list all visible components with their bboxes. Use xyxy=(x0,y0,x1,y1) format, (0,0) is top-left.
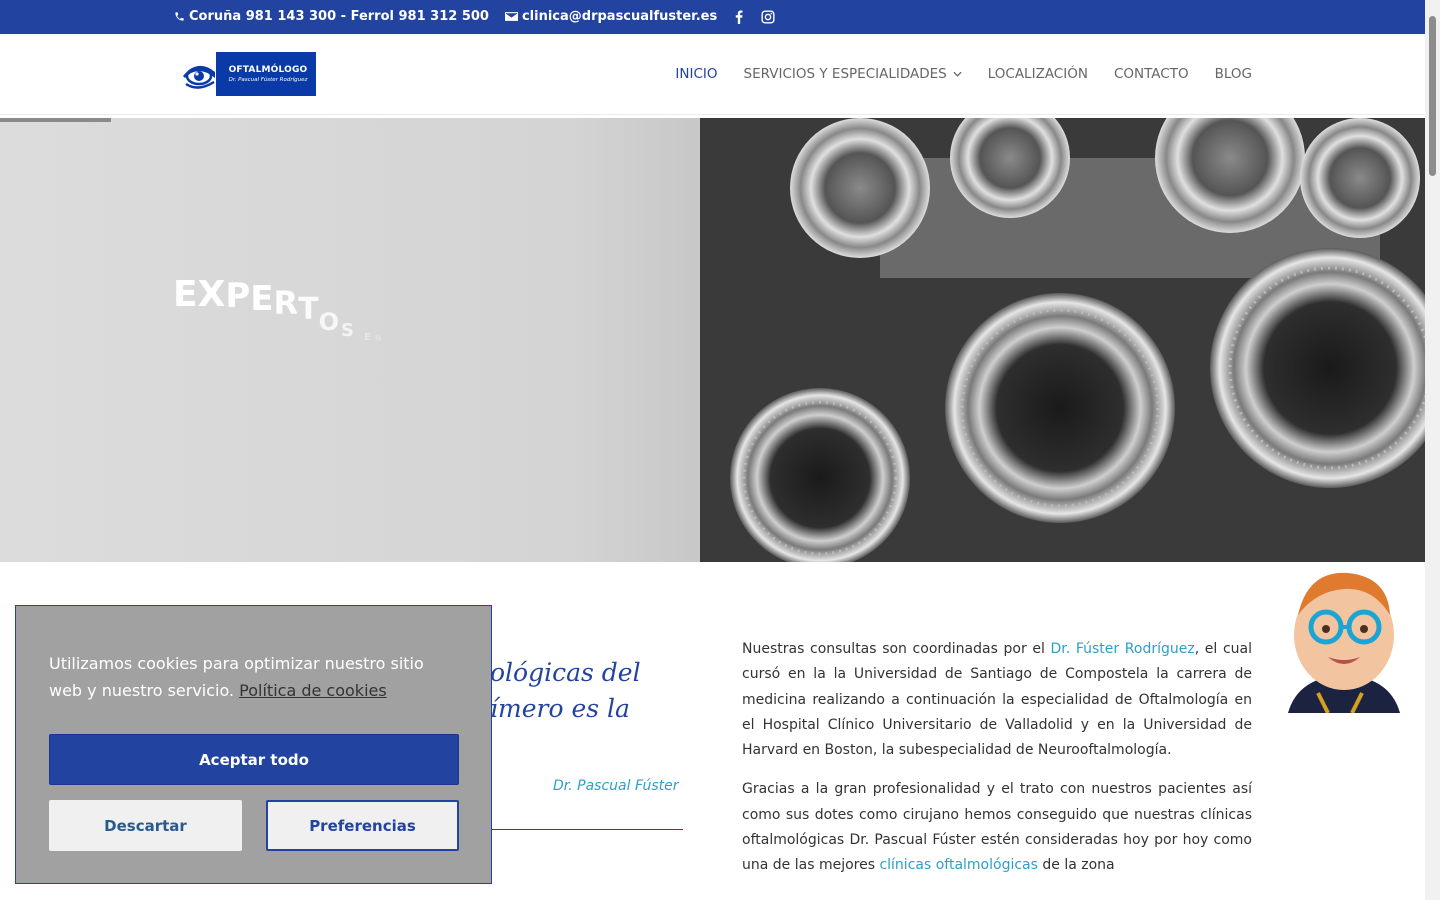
cookie-policy-link[interactable]: Política de cookies xyxy=(239,681,387,700)
phone-text: Coruña 981 143 300 - Ferrol 981 312 500 xyxy=(189,9,489,24)
phone-contact[interactable]: Coruña 981 143 300 - Ferrol 981 312 500 xyxy=(174,9,489,24)
quote-text: ológicas del ímero es la xyxy=(490,655,641,727)
hero-letter: E xyxy=(364,332,371,343)
email-contact[interactable]: clinica@drpascualfuster.es xyxy=(504,9,718,24)
quote-divider xyxy=(490,829,683,830)
mail-icon xyxy=(504,12,518,21)
quote-line-2: ímero es la xyxy=(490,694,630,723)
clinics-link[interactable]: clínicas oftalmológicas xyxy=(879,857,1037,873)
about-paragraph-2: Gracias a la gran profesionalidad y el t… xyxy=(742,781,1252,874)
cookie-message: Utilizamos cookies para optimizar nuestr… xyxy=(49,654,424,700)
doctor-link[interactable]: Dr. Fúster Rodríguez xyxy=(1051,641,1195,657)
main-nav: INICIO SERVICIOS Y ESPECIALIDADES LOCALI… xyxy=(675,66,1252,82)
chevron-down-icon xyxy=(953,71,962,77)
hero-letter: R xyxy=(273,284,299,322)
phone-icon xyxy=(175,12,184,21)
quote-line-1: ológicas del xyxy=(490,658,641,687)
cookie-banner: Utilizamos cookies para optimizar nuestr… xyxy=(15,605,492,884)
hero-letter: X xyxy=(197,274,226,315)
instagram-icon[interactable] xyxy=(761,9,775,24)
slider-progress-bar xyxy=(0,118,111,122)
scrollbar-thumb[interactable] xyxy=(1429,16,1436,176)
top-bar: Coruña 981 143 300 - Ferrol 981 312 500 … xyxy=(0,0,1425,34)
hero-letter: E xyxy=(250,279,274,319)
hero-animated-text: E X P E R T O S E N xyxy=(173,274,382,343)
facebook-icon[interactable] xyxy=(733,9,745,24)
hero-letter: E xyxy=(173,274,198,315)
about-paragraph-1: Nuestras consultas son coordinadas por e… xyxy=(742,641,1252,759)
page-scrollbar[interactable] xyxy=(1425,0,1440,900)
nav-item-localizacion[interactable]: LOCALIZACIÓN xyxy=(988,66,1088,82)
logo-subtitle: Dr. Pascual Fúster Rodríguez xyxy=(228,77,308,83)
about-text: Nuestras consultas son coordinadas por e… xyxy=(742,637,1252,893)
eye-logo-icon xyxy=(180,52,216,96)
nav-item-inicio[interactable]: INICIO xyxy=(675,66,717,82)
nav-item-contacto[interactable]: CONTACTO xyxy=(1114,66,1189,82)
preferences-button[interactable]: Preferencias xyxy=(266,800,459,851)
nav-item-blog[interactable]: BLOG xyxy=(1215,66,1252,82)
email-text: clinica@drpascualfuster.es xyxy=(521,9,718,24)
quote-author: Dr. Pascual Fúster xyxy=(553,778,679,794)
dismiss-button[interactable]: Descartar xyxy=(49,800,242,851)
hero-letter: O xyxy=(318,308,340,336)
hero-slider: E X P E R T O S E N xyxy=(0,118,1425,562)
site-logo[interactable]: OFTALMÓLOGO Dr. Pascual Fúster Rodríguez xyxy=(180,52,316,96)
hero-letter: S xyxy=(341,320,354,341)
logo-title: OFTALMÓLOGO xyxy=(228,65,308,75)
accept-all-button[interactable]: Aceptar todo xyxy=(49,734,459,785)
nav-item-servicios-label: SERVICIOS Y ESPECIALIDADES xyxy=(743,66,947,82)
nav-item-servicios[interactable]: SERVICIOS Y ESPECIALIDADES xyxy=(744,66,962,82)
hero-letter: N xyxy=(374,334,382,343)
hero-letter: P xyxy=(225,276,251,316)
hero-letter: T xyxy=(298,292,319,327)
site-header: OFTALMÓLOGO Dr. Pascual Fúster Rodríguez… xyxy=(0,34,1425,114)
child-with-glasses-image xyxy=(1278,565,1410,713)
